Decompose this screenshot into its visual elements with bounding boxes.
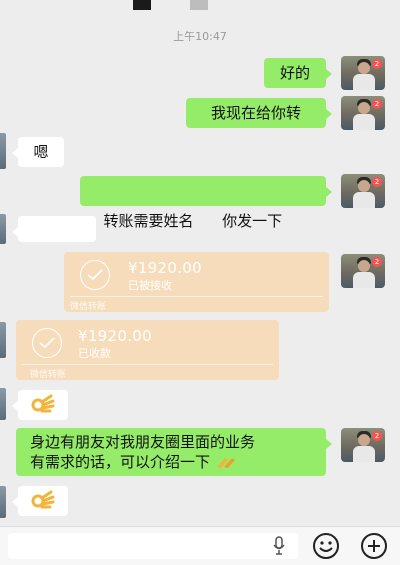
message-text: 好的	[279, 64, 310, 82]
transfer-divider	[22, 364, 273, 365]
unread-badge: 2	[372, 431, 382, 441]
message-text-line-2: 有需求的话，可以介绍一下	[30, 453, 211, 471]
contact-avatar-edge[interactable]	[0, 214, 6, 244]
message-bubble-right[interactable]: 好的	[264, 58, 332, 88]
emoji-icon[interactable]	[312, 532, 340, 560]
avatar[interactable]: 2	[341, 254, 385, 288]
message-bubble-right[interactable]: 我现在给你转	[186, 98, 332, 128]
transfer-footer: 微信转账	[70, 302, 107, 312]
unread-badge: 2	[372, 177, 382, 187]
message-text: 转账需要姓名 你发一下	[103, 212, 283, 230]
ok-hand-icon	[31, 394, 55, 413]
message-bubble-left[interactable]	[12, 216, 96, 242]
transfer-status: 已收款	[78, 347, 111, 360]
status-block-left	[133, 0, 151, 10]
message-input[interactable]	[8, 533, 298, 559]
message-bubble-right[interactable]: 转账需要姓名 你发一下	[80, 176, 332, 230]
chat-input-bar	[0, 526, 400, 565]
transfer-divider	[70, 296, 323, 297]
message-bubble-left[interactable]: 嗯	[12, 137, 64, 167]
contact-avatar-edge[interactable]	[0, 486, 6, 518]
plus-icon[interactable]	[360, 532, 388, 560]
ok-hand-icon	[31, 490, 55, 509]
message-text-line-1: 身边有朋友对我朋友圈里面的业务	[30, 433, 256, 451]
microphone-icon[interactable]	[272, 536, 286, 556]
contact-avatar-edge[interactable]	[0, 322, 6, 358]
unread-badge: 2	[372, 59, 382, 69]
avatar[interactable]: 2	[341, 174, 385, 208]
avatar[interactable]: 2	[341, 56, 385, 90]
transfer-status: 已被接收	[128, 279, 172, 292]
avatar[interactable]: 2	[341, 428, 385, 462]
transfer-card-sent[interactable]: ¥1920.00 已被接收 微信转账	[64, 252, 329, 312]
message-bubble-left[interactable]	[12, 390, 68, 420]
status-block-right	[190, 0, 208, 10]
transfer-card-received[interactable]: ¥1920.00 已收款 微信转账	[16, 320, 279, 380]
check-circle-icon	[32, 328, 62, 358]
contact-avatar-edge[interactable]	[0, 133, 6, 169]
message-text: 我现在给你转	[210, 104, 301, 122]
transfer-amount: ¥1920.00	[78, 327, 152, 345]
contact-avatar-edge[interactable]	[0, 388, 6, 420]
check-circle-icon	[80, 260, 110, 290]
message-bubble-left[interactable]	[12, 486, 68, 516]
transfer-footer: 微信转账	[30, 370, 67, 380]
message-text: 嗯	[33, 143, 49, 161]
avatar[interactable]: 2	[341, 96, 385, 130]
unread-badge: 2	[372, 257, 382, 267]
unread-badge: 2	[372, 99, 382, 109]
transfer-amount: ¥1920.00	[128, 259, 202, 277]
message-bubble-right[interactable]: 身边有朋友对我朋友圈里面的业务 有需求的话，可以介绍一下	[16, 428, 332, 476]
message-timestamp: 上午10:47	[173, 30, 227, 43]
clapping-hands-icon	[216, 458, 235, 468]
